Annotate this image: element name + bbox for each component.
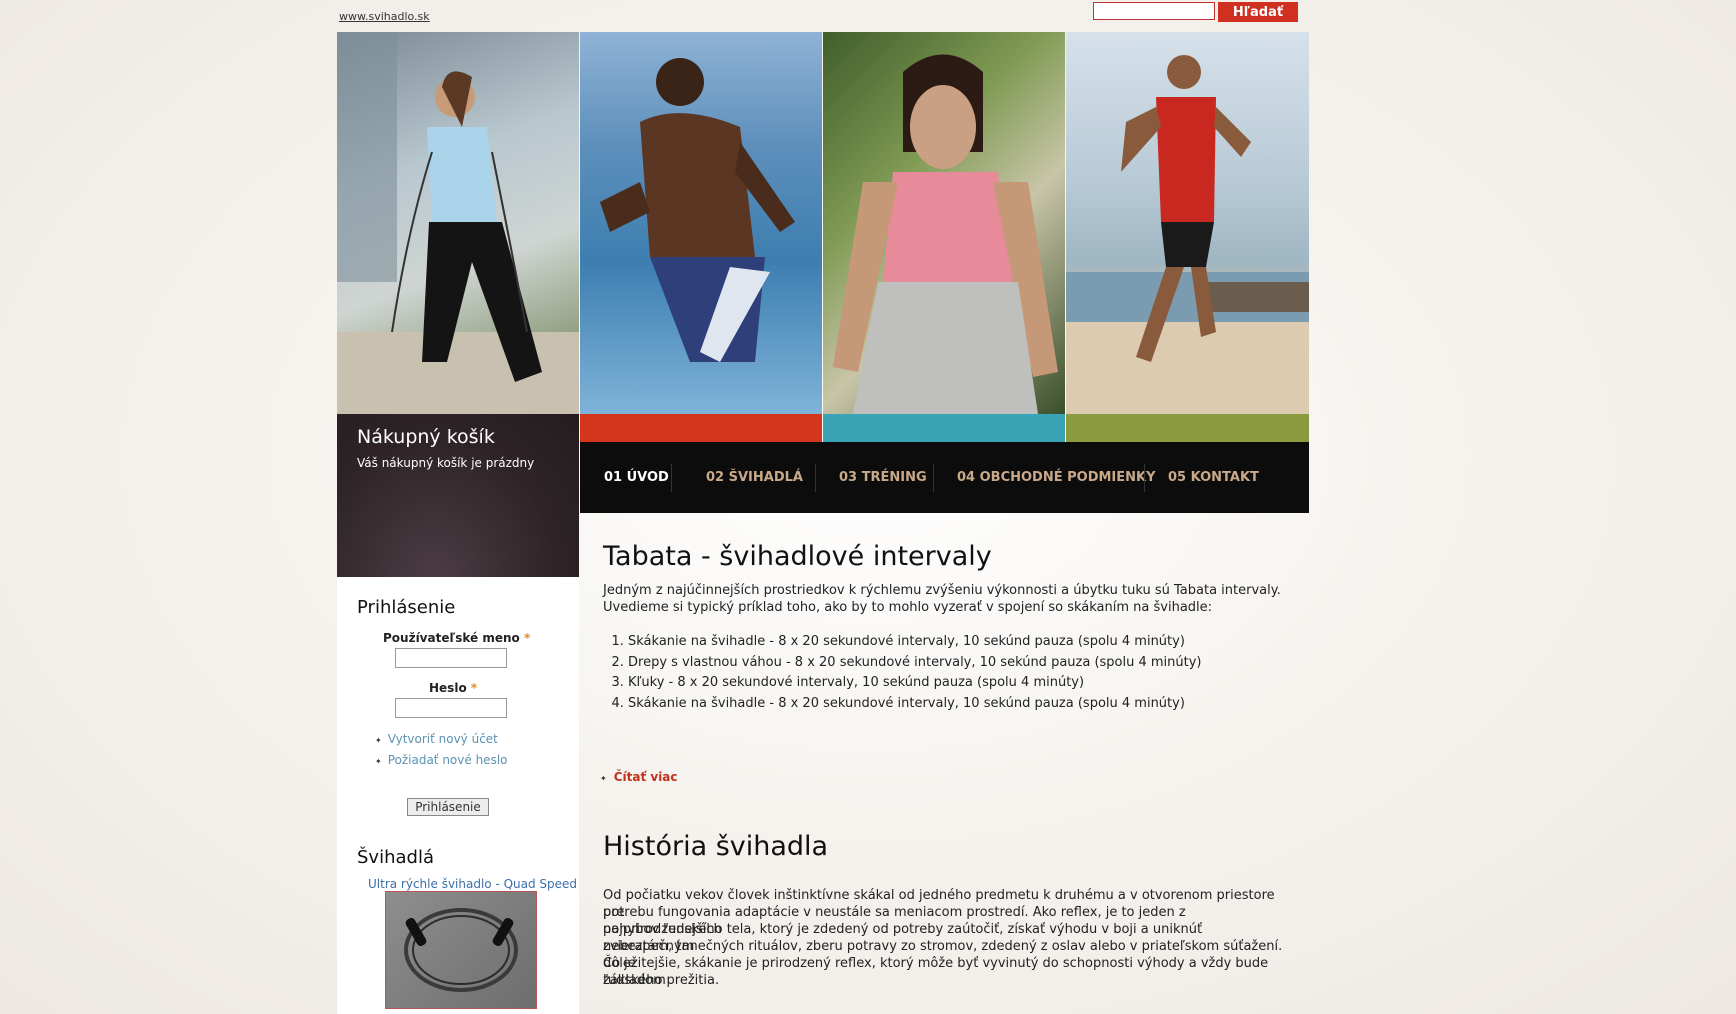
login-title: Prihlásenie [357,597,456,618]
nav-item-trening[interactable]: 03 TRÉNING [839,442,927,513]
username-label: Používateľské meno * [383,631,530,645]
request-password-text[interactable]: Požiadať nové heslo [388,753,508,767]
list-item: Drepy s vlastnou váhou - 8 x 20 sekundov… [628,653,1202,674]
accent-bar-olive [1066,414,1309,442]
page-wrapper: www.svihadlo.sk Hľadať 01 ÚVOD 02 ŠVIHAD… [337,0,1309,1014]
nav-separator [1144,464,1145,492]
nav-item-obchodne-podmienky[interactable]: 04 OBCHODNÉ PODMIENKY [957,442,1156,513]
required-mark: * [523,631,531,645]
main-navigation: 01 ÚVOD 02 ŠVIHADLÁ 03 TRÉNING 04 OBCHOD… [580,442,1309,513]
products-title: Švihadlá [357,847,434,868]
bullet-icon: ✦ [375,736,382,745]
product-link[interactable]: Ultra rýchle švihadlo - Quad Speed [368,877,577,891]
nav-item-uvod[interactable]: 01 ÚVOD [604,442,669,513]
history-line: ľudského prežitia. [603,973,720,988]
accent-bar-red [580,414,822,442]
bullet-icon: ✦ [600,774,607,783]
nav-separator [815,464,816,492]
read-more-link[interactable]: ✦ Čítať viac [600,770,678,784]
article-intro-line-2: Uvedieme si typický príklad toho, ako by… [603,600,1213,615]
username-field[interactable] [395,648,507,668]
bullet-icon: ✦ [375,757,382,766]
hero-photo-woman-resting [823,32,1065,414]
hero-photo-running-man-beach [580,32,822,414]
article-title-historia: História švihadla [603,831,829,862]
create-account-link[interactable]: ✦ Vytvoriť nový účet [375,732,498,746]
search-button[interactable]: Hľadať [1218,2,1298,22]
site-url-link[interactable]: www.svihadlo.sk [339,10,430,23]
article-title-tabata: Tabata - švihadlové intervaly [603,541,992,572]
request-password-link[interactable]: ✦ Požiadať nové heslo [375,753,508,767]
sidebar: Prihlásenie Používateľské meno * Heslo *… [337,577,579,1014]
accent-bar-teal [823,414,1065,442]
tabata-list: Skákanie na švihadle - 8 x 20 sekundové … [588,632,1202,714]
password-label-text: Heslo [429,681,467,695]
hero-photo-jump-rope-woman [337,32,579,414]
nav-item-kontakt[interactable]: 05 KONTAKT [1168,442,1259,513]
username-label-text: Používateľské meno [383,631,520,645]
required-mark: * [470,681,478,695]
nav-item-svihadla[interactable]: 02 ŠVIHADLÁ [706,442,803,513]
cart-title: Nákupný košík [357,426,495,448]
list-item: Kľuky - 8 x 20 sekundové intervaly, 10 s… [628,673,1202,694]
cart-status: Váš nákupný košík je prázdny [357,456,535,470]
read-more-text[interactable]: Čítať viac [614,770,678,784]
create-account-text[interactable]: Vytvoriť nový účet [388,732,498,746]
search-input[interactable] [1093,2,1215,20]
password-field[interactable] [395,698,507,718]
shopping-cart-panel: Nákupný košík Váš nákupný košík je prázd… [337,414,579,577]
list-item: Skákanie na švihadle - 8 x 20 sekundové … [628,694,1202,715]
hero-photo-runner-pier [1066,32,1309,414]
main-content: Tabata - švihadlové intervaly Jedným z n… [580,513,1309,1014]
product-image-jump-rope[interactable] [385,891,537,1009]
article-intro-line-1: Jedným z najúčinnejších prostriedkov k r… [603,583,1281,598]
login-button[interactable]: Prihlásenie [407,798,489,816]
nav-separator [671,464,672,492]
list-item: Skákanie na švihadle - 8 x 20 sekundové … [628,632,1202,653]
nav-separator [933,464,934,492]
jump-rope-icon [404,908,518,992]
password-label: Heslo * [429,681,477,695]
